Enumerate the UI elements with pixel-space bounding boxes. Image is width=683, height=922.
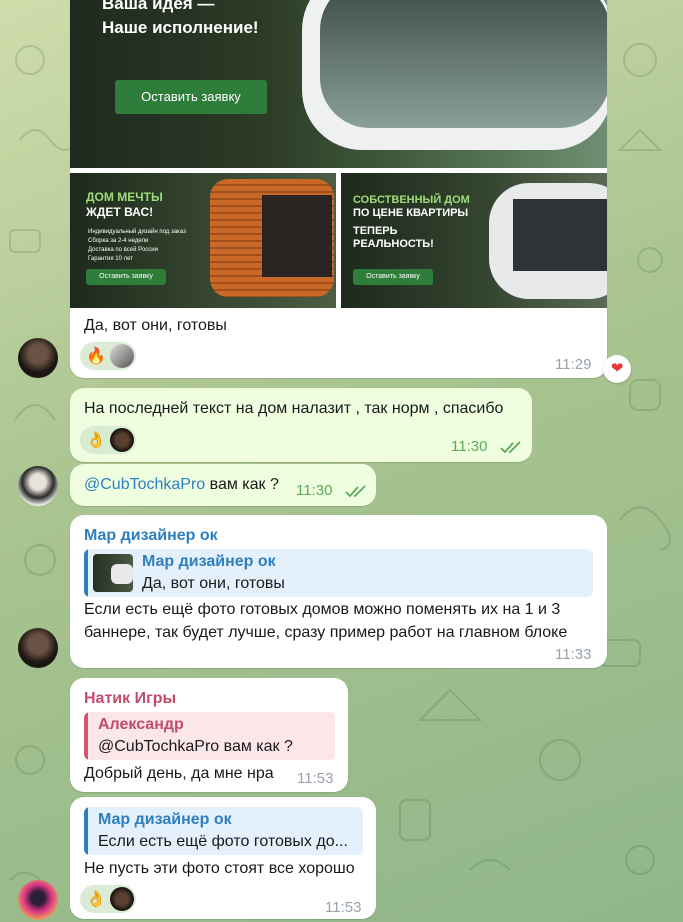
message-time: 11:30 — [296, 482, 333, 499]
banner-image-left[interactable]: ДОМ МЕЧТЫ ЖДЕТ ВАС! Индивидуальный дизай… — [70, 173, 336, 308]
quote-bar — [84, 712, 88, 760]
avatar[interactable] — [18, 880, 58, 920]
reply-quote[interactable]: Мар дизайнер ок Если есть ещё фото готов… — [84, 807, 363, 855]
message-time: 11:33 — [555, 646, 592, 663]
bullet-4: Гарантия 10 лет — [88, 256, 133, 262]
ok-hand-reaction-icon: 👌 — [86, 432, 106, 449]
ok-hand-reaction-icon: 👌 — [86, 891, 106, 908]
banner-right-button[interactable]: Оставить заявку — [353, 269, 433, 285]
message-time: 11:53 — [325, 899, 362, 916]
message-bubble-3[interactable]: @CubTochkaPro вам как ? 11:30 — [70, 464, 376, 506]
banner-right-line1: СОБСТВЕННЫЙ ДОМ — [353, 194, 470, 206]
double-check-icon — [500, 441, 521, 454]
banner-image-right[interactable]: СОБСТВЕННЫЙ ДОМ ПО ЦЕНЕ КВАРТИРЫ ТЕПЕРЬ … — [341, 173, 607, 308]
heart-reaction-icon[interactable]: ❤ — [603, 355, 631, 383]
bullet-1: Индивидуальный дизайн под заказ — [88, 229, 186, 235]
message-text-line-2: баннере, так будет лучше, сразу пример р… — [84, 624, 568, 641]
banner-right-line4: РЕАЛЬНОСТЬ! — [353, 238, 434, 250]
message-bubble-2[interactable]: На последней текст на дом налазит , так … — [70, 388, 532, 462]
quote-text: @CubTochkaPro вам как ? — [98, 738, 293, 755]
quote-bar — [84, 807, 88, 855]
banner-right-line3: ТЕПЕРЬ — [353, 225, 398, 237]
reaction-pill[interactable]: 🔥 — [80, 342, 136, 370]
reactor-avatar — [110, 887, 134, 911]
reaction-pill[interactable]: 👌 — [80, 885, 136, 913]
message-time: 11:30 — [451, 438, 488, 455]
message-bubble-1[interactable]: Ваша идея — Наше исполнение! Оставить за… — [70, 0, 607, 378]
reactor-avatar — [110, 428, 134, 452]
message-text-rest: вам как ? — [205, 476, 279, 493]
banner-top-button[interactable]: Оставить заявку — [115, 80, 267, 114]
message-text: Да, вот они, готовы — [84, 317, 227, 334]
message-bubble-6[interactable]: Мар дизайнер ок Если есть ещё фото готов… — [70, 797, 376, 919]
avatar[interactable] — [18, 338, 58, 378]
message-time: 11:53 — [297, 770, 334, 787]
banner-right-line2: ПО ЦЕНЕ КВАРТИРЫ — [353, 207, 469, 219]
reactor-avatar — [110, 344, 134, 368]
quote-sender: Мар дизайнер ок — [98, 811, 232, 828]
quote-sender: Александр — [98, 716, 184, 733]
avatar[interactable] — [18, 466, 58, 506]
reaction-pill[interactable]: 👌 — [80, 426, 136, 454]
quote-text: Да, вот они, готовы — [142, 575, 285, 592]
banner-left-button[interactable]: Оставить заявку — [86, 269, 166, 285]
message-time: 11:29 — [555, 356, 592, 373]
quote-thumbnail — [93, 554, 133, 592]
quote-text: Если есть ещё фото готовых до... — [98, 833, 348, 850]
bullet-2: Сборка за 2-4 недели — [88, 238, 149, 244]
quote-bar — [84, 549, 88, 597]
banner-left-bullets: Индивидуальный дизайн под заказ Сборка з… — [88, 228, 198, 264]
message-bubble-5[interactable]: Натик Игры Александр @CubTochkaPro вам к… — [70, 678, 348, 792]
message-bubble-4[interactable]: Мар дизайнер ок Мар дизайнер ок Да, вот … — [70, 515, 607, 668]
banner-left-line1: ДОМ МЕЧТЫ — [86, 190, 163, 204]
bullet-3: Доставка по всей России — [88, 247, 158, 253]
quote-sender: Мар дизайнер ок — [142, 553, 276, 570]
reply-quote[interactable]: Мар дизайнер ок Да, вот они, готовы — [84, 549, 593, 597]
banner-top-line2: Наше исполнение! — [102, 18, 259, 37]
banner-top-title: Ваша идея — Наше исполнение! — [102, 0, 259, 40]
house-wood-window — [262, 195, 332, 277]
house-window-shape — [320, 0, 607, 128]
sender-name[interactable]: Мар дизайнер ок — [84, 527, 218, 545]
reply-quote[interactable]: Александр @CubTochkaPro вам как ? — [84, 712, 335, 760]
sender-name[interactable]: Натик Игры — [84, 690, 176, 708]
message-text: Добрый день, да мне нра — [84, 765, 274, 782]
avatar[interactable] — [18, 628, 58, 668]
banner-left-title: ДОМ МЕЧТЫ ЖДЕТ ВАС! — [86, 190, 163, 220]
message-text: Не пусть эти фото стоят все хорошо — [84, 860, 355, 877]
mention-link[interactable]: @CubTochkaPro — [84, 476, 205, 493]
house-white-window — [513, 199, 607, 271]
fire-reaction-icon: 🔥 — [86, 348, 106, 365]
message-text: На последней текст на дом налазит , так … — [84, 400, 504, 417]
banner-right-title: СОБСТВЕННЫЙ ДОМ ПО ЦЕНЕ КВАРТИРЫ ТЕПЕРЬ … — [353, 194, 470, 251]
message-text: @CubTochkaPro вам как ? — [84, 476, 279, 494]
message-text-line-1: Если есть ещё фото готовых домов можно п… — [84, 601, 561, 618]
double-check-icon — [345, 485, 366, 498]
banner-left-line2: ЖДЕТ ВАС! — [86, 205, 154, 219]
banner-image-top[interactable]: Ваша идея — Наше исполнение! Оставить за… — [70, 0, 607, 168]
banner-top-line1: Ваша идея — — [102, 0, 215, 13]
